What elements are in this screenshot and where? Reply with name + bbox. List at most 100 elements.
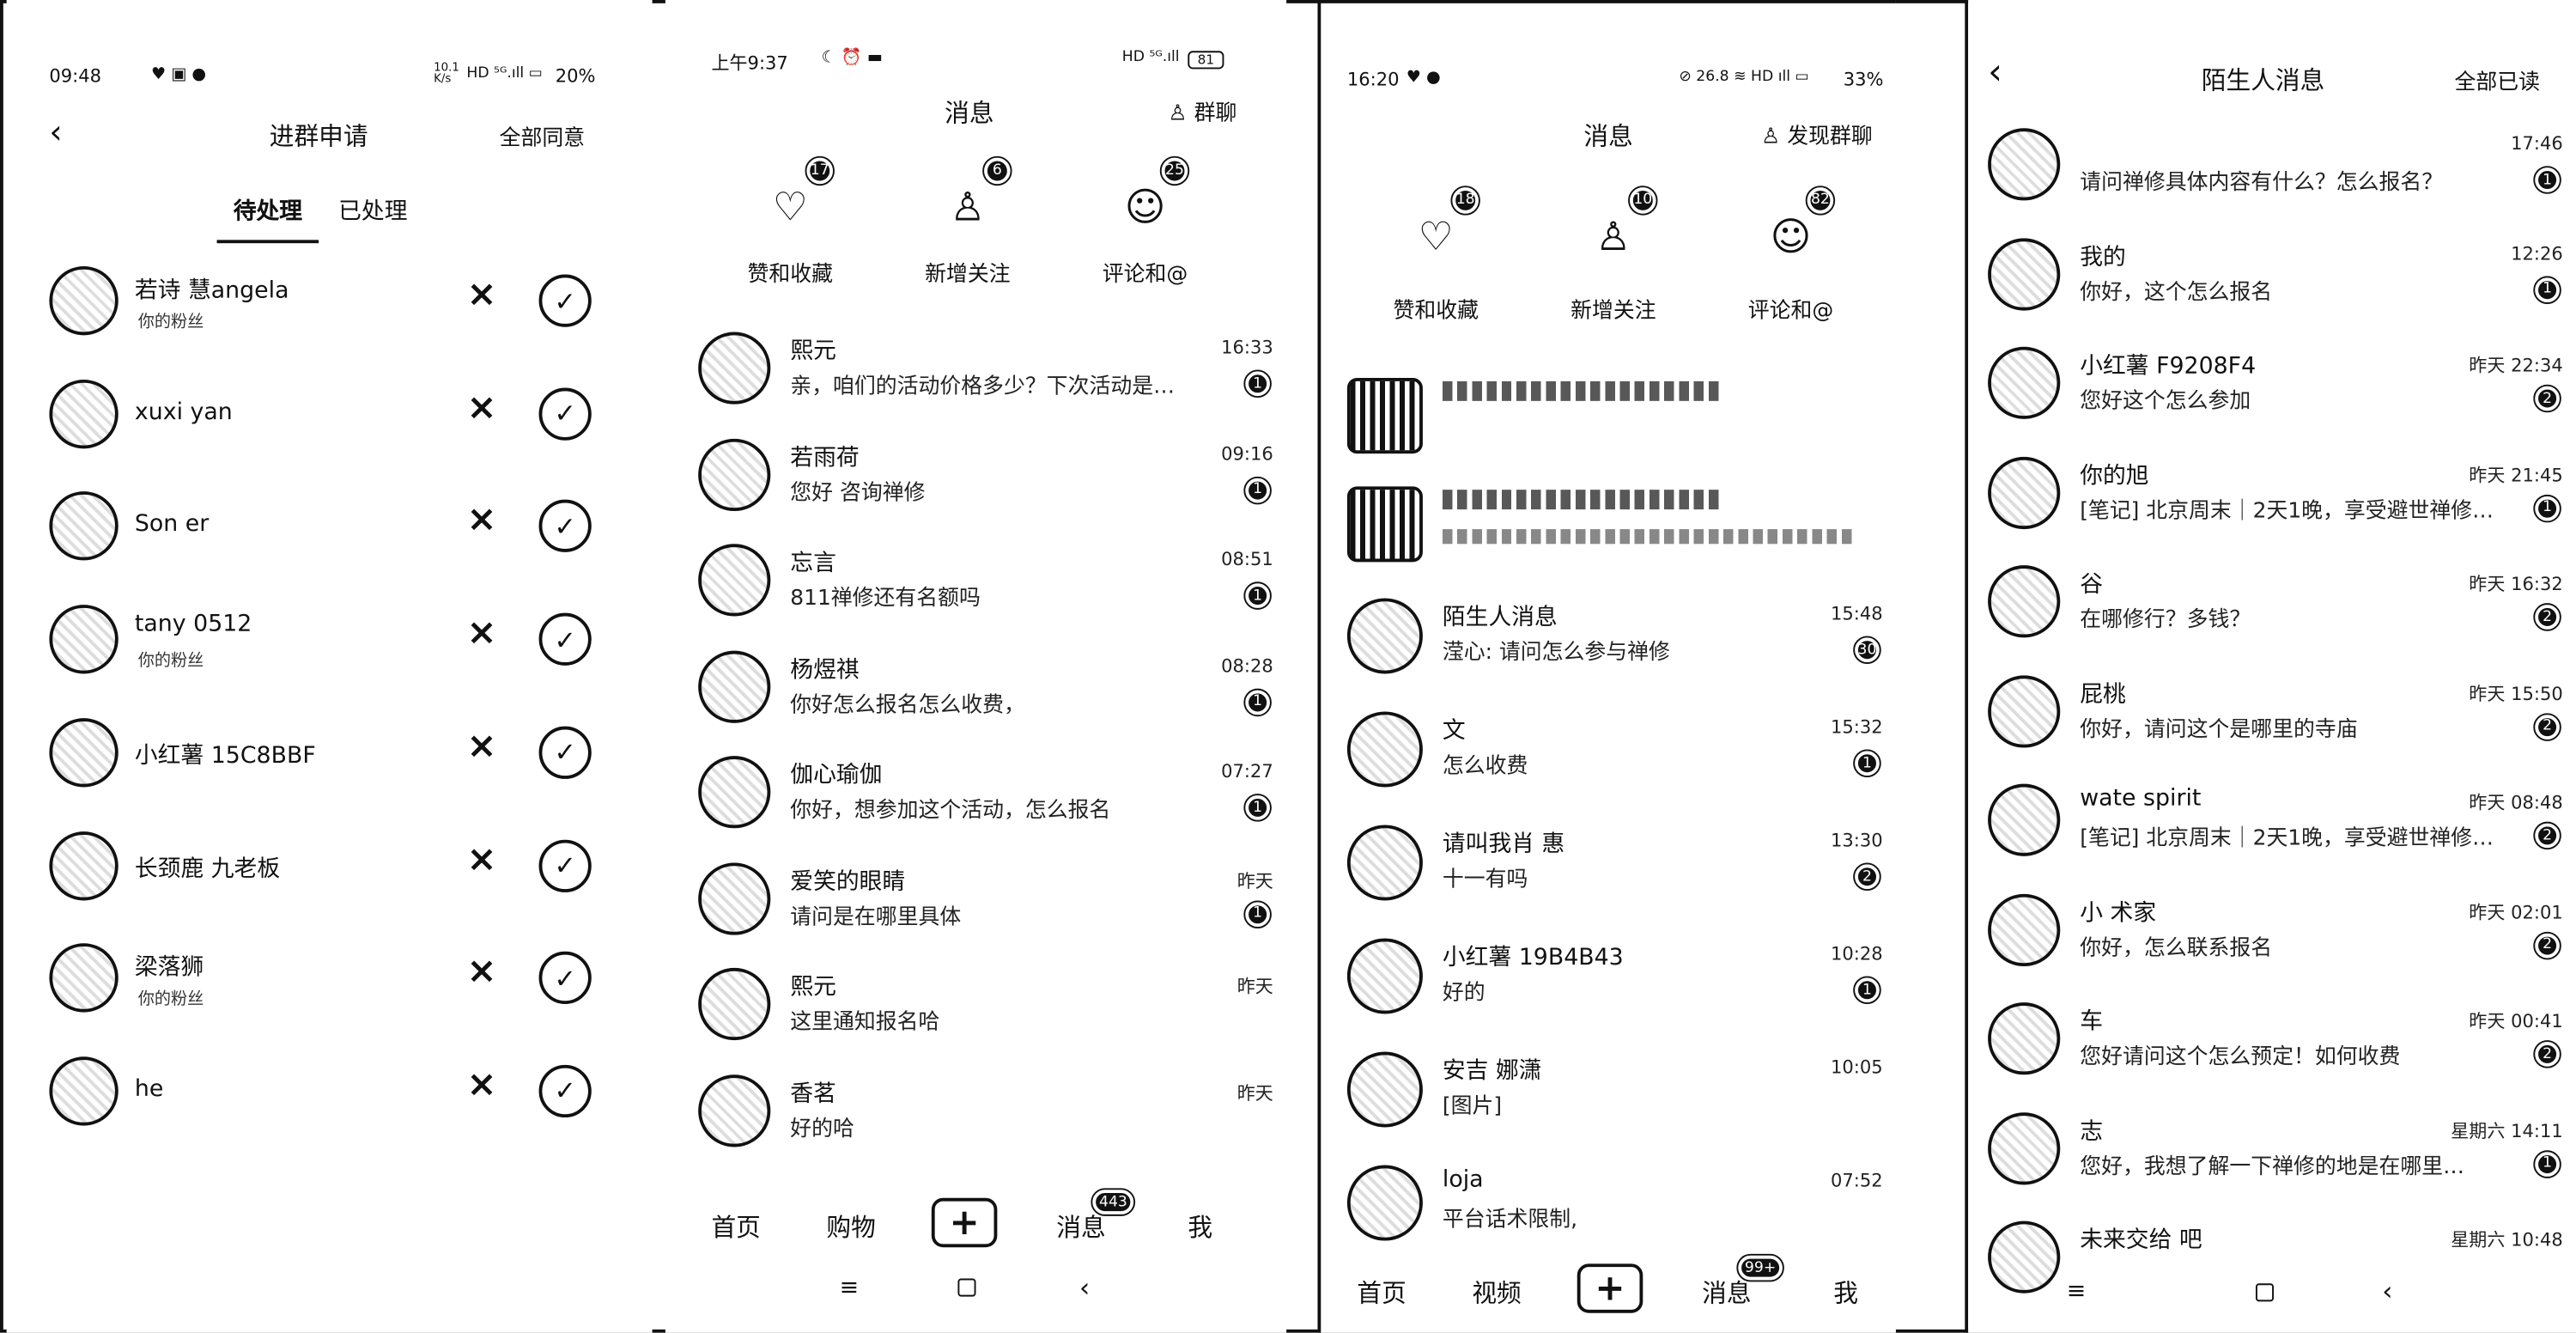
back-icon[interactable]: ‹ [49,112,62,151]
heart-icon[interactable]: ♡ [768,184,814,230]
avatar[interactable] [49,491,118,562]
avatar[interactable] [49,943,118,1013]
message-time: 17:46 [2511,132,2563,155]
avatar[interactable] [698,437,771,511]
category-label[interactable]: 赞和收藏 [731,256,849,288]
mark-all-read-button[interactable]: 全部已读 [2454,64,2540,95]
nav-messages[interactable]: 消息 [1702,1275,1751,1310]
category-label[interactable]: 评论和@ [1086,256,1205,288]
avatar[interactable] [1988,237,2061,310]
reject-icon[interactable]: × [466,952,496,993]
avatar[interactable] [49,1056,118,1126]
avatar[interactable] [49,717,118,788]
avatar[interactable] [698,332,771,405]
approve-button[interactable]: ✓ [538,274,592,327]
reject-icon[interactable]: × [466,500,496,541]
plus-button[interactable]: + [1577,1263,1643,1313]
category-label[interactable]: 赞和收藏 [1376,293,1495,324]
avatar[interactable] [1988,346,2061,419]
avatar[interactable] [1346,938,1423,1014]
chat-bubble-icon[interactable]: ☺ [1122,184,1169,230]
heart-icon[interactable]: ♡ [1413,214,1459,260]
nav-second[interactable]: 购物 [826,1209,875,1244]
avatar[interactable] [1346,825,1423,901]
back-icon[interactable]: ‹ [1988,52,2002,94]
back-icon[interactable]: ‹ [2382,1275,2392,1306]
category-label[interactable]: 新增关注 [908,256,1027,288]
discover-group-button[interactable]: ♙ 发现群聊 [1761,119,1873,149]
approve-button[interactable]: ✓ [538,726,592,779]
reject-icon[interactable]: × [466,387,496,429]
tab-pending[interactable]: 待处理 [234,194,302,227]
nav-me[interactable]: 我 [1188,1209,1212,1244]
tab-processed[interactable]: 已处理 [338,194,407,227]
plus-icon: + [949,1202,980,1244]
reject-icon[interactable]: × [466,613,496,654]
nav-home[interactable]: 首页 [711,1209,760,1244]
category-label[interactable]: 评论和@ [1732,293,1850,324]
avatar[interactable] [698,861,771,934]
avatar[interactable] [1988,1111,2061,1184]
reject-icon[interactable]: × [466,1065,496,1106]
avatar[interactable] [1988,892,2061,966]
avatar[interactable] [698,1074,771,1147]
message-preview: 你好，请问这个是哪里的寺庙 [2080,717,2358,742]
person-icon[interactable]: ♙ [1590,214,1637,260]
avatar[interactable] [1988,565,2061,638]
sender-name: 志 [2080,1118,2104,1145]
sender-name: 文 [1442,718,1466,745]
avatar[interactable] [1346,598,1423,674]
page-title: 陌生人消息 [2201,65,2325,95]
plus-icon: + [1595,1268,1625,1309]
person-icon[interactable]: ♙ [945,184,991,230]
sender-name: 忘言 [790,550,836,577]
avatar[interactable] [1346,1051,1423,1128]
home-icon[interactable] [957,1278,976,1297]
approve-button[interactable]: ✓ [538,500,592,553]
avatar[interactable] [1988,674,2061,747]
menu-icon[interactable]: ≡ [2067,1279,2086,1306]
avatar[interactable] [49,379,118,448]
sender-name: 小 术家 [2080,899,2157,927]
reject-icon[interactable]: × [466,275,496,316]
chat-bubble-icon[interactable]: ☺ [1768,214,1814,260]
avatar[interactable] [1988,783,2061,856]
avatar[interactable] [1988,128,2061,201]
nav-home[interactable]: 首页 [1357,1275,1406,1310]
group-avatar[interactable] [1346,486,1423,563]
plus-button[interactable]: + [931,1197,998,1248]
avatar[interactable] [698,649,771,722]
nav-me[interactable]: 我 [1833,1275,1858,1310]
group-chat-button[interactable]: ♙ 群聊 [1168,95,1236,127]
avatar[interactable] [1988,455,2061,529]
avatar[interactable] [1988,1002,2061,1075]
avatar[interactable] [1346,1165,1423,1241]
avatar[interactable] [49,831,118,900]
approve-button[interactable]: ✓ [538,612,592,666]
person-icon: ♙ [1168,101,1188,127]
back-icon[interactable]: ‹ [1079,1272,1090,1303]
reject-icon[interactable]: × [466,726,496,767]
avatar[interactable] [698,544,771,617]
avatar[interactable] [1346,711,1423,788]
home-icon[interactable] [2255,1283,2275,1302]
nav-second[interactable]: 视频 [1472,1275,1521,1310]
group-avatar[interactable] [1346,378,1423,454]
approve-button[interactable]: ✓ [538,838,592,892]
nav-messages[interactable]: 消息 [1056,1209,1105,1244]
category-label[interactable]: 新增关注 [1554,293,1673,324]
avatar[interactable] [1988,1220,2061,1293]
approve-button[interactable]: ✓ [538,387,592,441]
status-time: 09:48 [49,65,102,88]
approve-all-button[interactable]: 全部同意 [500,120,586,151]
unread-badge: 1 [1853,976,1881,1005]
avatar[interactable] [698,756,771,829]
avatar[interactable] [698,967,771,1041]
approve-button[interactable]: ✓ [538,952,592,1005]
approve-button[interactable]: ✓ [538,1064,592,1117]
reject-icon[interactable]: × [466,839,496,880]
sender-name: 熙元 [790,974,836,1001]
avatar[interactable] [49,605,118,674]
avatar[interactable] [49,265,118,336]
menu-icon[interactable]: ≡ [840,1275,859,1302]
